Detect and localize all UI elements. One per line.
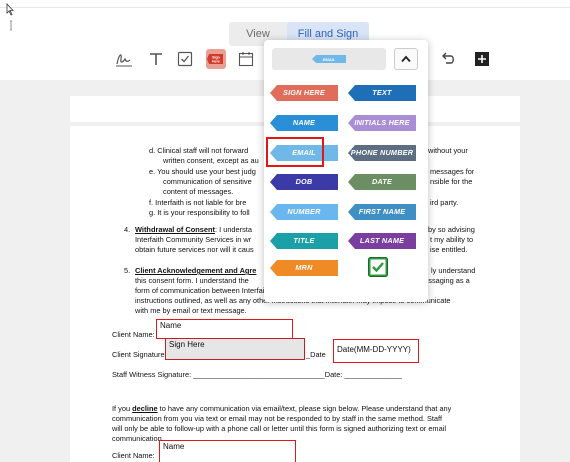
tag-label: INITIALS HERE bbox=[354, 118, 410, 127]
tag-label: TEXT bbox=[372, 88, 392, 97]
tag-label: DOB bbox=[295, 177, 313, 186]
field-tag-initials-here[interactable]: INITIALS HERE bbox=[348, 115, 416, 131]
section-4-line-b: Interfaith Community Services in wr bbox=[135, 235, 252, 244]
section-4-line-c-right: ise entitled. bbox=[430, 245, 468, 254]
field-tag-last-name[interactable]: LAST NAME bbox=[348, 233, 416, 249]
section-4-number: 4. bbox=[124, 225, 131, 234]
tag-label: SIGN HERE bbox=[283, 88, 325, 97]
tag-label: NUMBER bbox=[287, 207, 321, 216]
client-name-label-2: Client Name: bbox=[112, 451, 155, 460]
decline-line-3: will only be able to follow-up with a ph… bbox=[112, 424, 446, 433]
tag-label: LAST NAME bbox=[359, 236, 405, 245]
sign-here-field[interactable]: Sign Here bbox=[165, 338, 305, 360]
staff-witness-line: Staff Witness Signature: _______________… bbox=[112, 370, 402, 379]
section-5-line-e: with me by email or text message. bbox=[135, 306, 247, 315]
doc-line-d1-right: without your bbox=[428, 146, 468, 155]
checkbox-field-icon[interactable] bbox=[368, 257, 388, 277]
doc-line-f1: f. Interfaith is not liable for bre bbox=[149, 198, 247, 207]
checkbox-icon[interactable] bbox=[175, 46, 195, 72]
doc-line-e3: content of messages. bbox=[163, 187, 234, 196]
field-tag-text[interactable]: TEXT bbox=[348, 85, 416, 101]
svg-text:Here: Here bbox=[212, 59, 220, 63]
client-name-label: Client Name: bbox=[112, 330, 155, 339]
client-signature-label: Client Signature bbox=[112, 350, 165, 359]
section-5-title: Client Acknowledgement and Agre bbox=[135, 266, 257, 275]
field-tag-title[interactable]: TITLE bbox=[270, 233, 338, 249]
doc-line-e1-right: messages for bbox=[430, 167, 475, 176]
section-4-line-a: : I understa bbox=[215, 225, 252, 234]
doc-line-e2-right: nsible for the bbox=[430, 177, 473, 186]
tag-label: NAME bbox=[292, 118, 316, 127]
cursor-icon bbox=[6, 3, 14, 31]
text-icon[interactable] bbox=[146, 46, 166, 72]
field-tag-mrn[interactable]: MRN bbox=[270, 260, 338, 276]
field-tag-date[interactable]: DATE bbox=[348, 174, 416, 190]
field-tag-number[interactable]: NUMBER bbox=[270, 204, 338, 220]
section-4-line-a-right: by so advising bbox=[428, 225, 475, 234]
margin-mark: ⁀ bbox=[88, 150, 100, 161]
section-4-heading: Withdrawal of Consent: I understa bbox=[135, 225, 263, 235]
doc-line-f1-right: ird party. bbox=[430, 198, 459, 207]
undo-icon[interactable] bbox=[438, 46, 458, 72]
doc-line-g1: g. It is your responsibility to foll bbox=[149, 208, 250, 217]
decline-word: decline bbox=[132, 404, 158, 413]
doc-line-d2: written consent, except as au bbox=[163, 156, 259, 165]
section-5-line-a-right: ly understand bbox=[431, 266, 476, 275]
decline-line-2: communication from you via text or email… bbox=[112, 414, 443, 423]
client-name-field-2[interactable]: Name bbox=[159, 440, 296, 462]
section-4-line-b-right: t my ability to bbox=[430, 235, 474, 244]
signature-icon[interactable] bbox=[113, 46, 135, 72]
decline-suffix: to have any communication via email/text… bbox=[157, 404, 452, 413]
field-type-palette: EMAIL SIGN HERE TEXT NAME INITIALS HERE EMAI… bbox=[264, 40, 428, 302]
doc-line-e2: communication of sensitive bbox=[163, 177, 252, 186]
tag-label: DATE bbox=[371, 177, 393, 186]
field-tag-sign-here[interactable]: SIGN HERE bbox=[270, 85, 338, 101]
top-divider bbox=[0, 7, 570, 8]
field-tag-dob[interactable]: DOB bbox=[270, 174, 338, 190]
decline-line-4: communication. bbox=[112, 434, 164, 443]
section-4-line-c: obtain future services nor will it caus bbox=[135, 245, 254, 254]
tag-label: PHONE NUMBER bbox=[350, 148, 414, 157]
sign-here-icon[interactable]: Sign Here bbox=[205, 46, 227, 72]
tag-label: TITLE bbox=[293, 236, 315, 245]
section-4-title: Withdrawal of Consent bbox=[135, 225, 215, 234]
margin-mark-2: ⁀ bbox=[80, 384, 92, 395]
tag-label: FIRST NAME bbox=[358, 207, 406, 216]
section-5-number: 5. bbox=[124, 266, 131, 275]
doc-line-e1: e. You should use your best judg bbox=[149, 167, 256, 176]
field-tag-first-name[interactable]: FIRST NAME bbox=[348, 204, 416, 220]
field-type-grid: SIGN HERE TEXT NAME INITIALS HERE EMAIL PHONE… bbox=[264, 40, 428, 302]
decline-line-1: If you decline to have any communication… bbox=[112, 404, 451, 414]
calendar-icon[interactable] bbox=[236, 46, 256, 72]
add-field-icon[interactable] bbox=[472, 46, 492, 72]
date-field[interactable]: Date(MM-DD-YYYY) bbox=[333, 339, 419, 363]
section-5-line-b: this consent form. I understand the bbox=[135, 276, 249, 285]
section-5-heading: Client Acknowledgement and Agre bbox=[135, 266, 263, 276]
field-tag-phone-number[interactable]: PHONE NUMBER bbox=[348, 145, 416, 161]
doc-line-d1: d. Clinical staff will not forward bbox=[149, 146, 249, 155]
field-tag-name[interactable]: NAME bbox=[270, 115, 338, 131]
client-name-field[interactable]: Name bbox=[156, 319, 293, 339]
date-label: _Date bbox=[306, 350, 326, 359]
selected-email-highlight bbox=[266, 137, 324, 167]
tag-label: MRN bbox=[295, 263, 313, 272]
decline-prefix: If you bbox=[112, 404, 133, 413]
